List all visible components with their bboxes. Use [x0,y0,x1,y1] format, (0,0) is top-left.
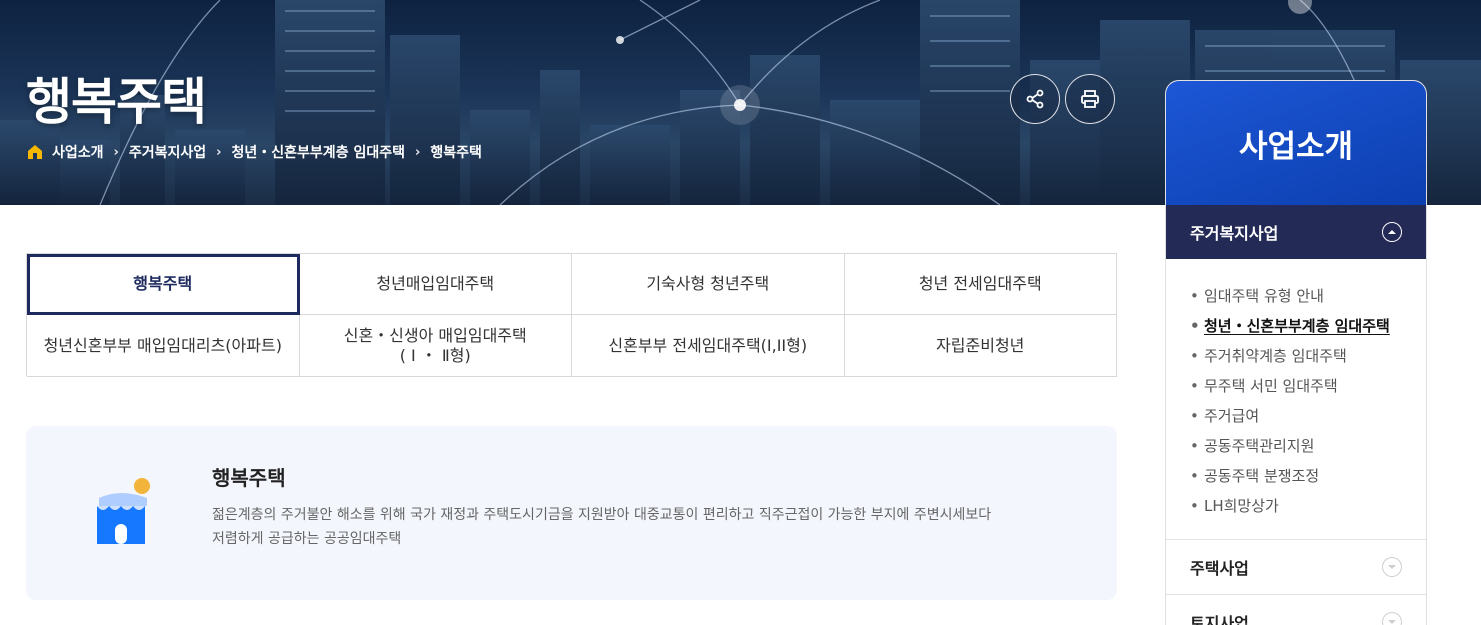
housing-type-tabs: 행복주택 청년매입임대주택 기숙사형 청년주택 청년 전세임대주택 청년신혼부부… [26,253,1117,377]
sidebar-item-apartment-management[interactable]: • 공동주택관리지원 [1190,431,1426,461]
breadcrumb: 사업소개 › 주거복지사업 › 청년・신혼부부계층 임대주택 › 행복주택 [26,142,482,162]
tab-youth-purchase-rental[interactable]: 청년매입임대주택 [299,254,572,315]
tab-newlywed-newborn-purchase[interactable]: 신혼・신생아 매입임대주택 ( Ⅰ ・ Ⅱ형) [299,315,572,377]
sidebar-section-label: 토지사업 [1190,614,1249,625]
sidebar-item-vulnerable[interactable]: • 주거취약계층 임대주택 [1190,341,1426,371]
breadcrumb-item-1[interactable]: 사업소개 [52,142,104,162]
sidebar-header: 사업소개 [1166,81,1426,205]
chevron-down-icon[interactable] [1382,557,1402,577]
breadcrumb-item-2[interactable]: 주거복지사업 [129,142,206,162]
sidebar-section-label: 주거복지사업 [1190,224,1279,243]
print-button[interactable] [1065,74,1115,124]
house-icon [97,478,150,544]
sidebar-item-dispute-mediation[interactable]: • 공동주택 분쟁조정 [1190,461,1426,491]
sidebar-item-rental-types[interactable]: • 임대주택 유형 안내 [1190,281,1426,311]
info-description-line2: 저렴하게 공급하는 공공임대주택 [212,531,402,547]
tab-newlywed-jeonse-rental[interactable]: 신혼부부 전세임대주택(I,II형) [572,315,845,377]
sidebar-item-housing-benefit[interactable]: • 주거급여 [1190,401,1426,431]
sidebar-sub-list: • 임대주택 유형 안내 • 청년・신혼부부계층 임대주택 • 주거취약계층 임대주택… [1166,259,1426,540]
sidebar-item-lh-hope-store[interactable]: • LH희망상가 [1190,491,1426,521]
chevron-right-icon: › [113,144,119,160]
tab-happy-housing[interactable]: 행복주택 [27,254,300,315]
page-title: 행복주택 [26,73,207,131]
tab-youth-jeonse-rental[interactable]: 청년 전세임대주택 [844,254,1117,315]
sidebar-section-housing-business[interactable]: 주택사업 [1166,540,1426,595]
tab-dormitory-youth-housing[interactable]: 기숙사형 청년주택 [572,254,845,315]
tab-label-line2: ( Ⅰ ・ Ⅱ형) [399,345,471,365]
share-button[interactable] [1010,74,1060,124]
sidebar-nav: 사업소개 주거복지사업 • 임대주택 유형 안내 • 청년・신혼부부계층 임대주택 … [1165,80,1427,625]
chevron-down-icon[interactable] [1382,612,1402,625]
share-icon [1026,89,1044,109]
sidebar-section-label: 주택사업 [1190,559,1249,578]
sidebar-section-land-business[interactable]: 토지사업 [1166,595,1426,625]
breadcrumb-item-3[interactable]: 청년・신혼부부계층 임대주택 [232,142,405,162]
sidebar-section-housing-welfare[interactable]: 주거복지사업 [1166,205,1426,259]
info-title: 행복주택 [212,466,286,490]
info-box: 행복주택 젊은계층의 주거불안 해소를 위해 국가 재정과 주택도시기금을 지원… [26,426,1117,600]
sidebar-item-homeless[interactable]: • 무주택 서민 임대주택 [1190,371,1426,401]
chevron-up-icon[interactable] [1382,222,1402,242]
tab-label-line1: 신혼・신생아 매입임대주택 [343,326,527,346]
sidebar-item-youth-newlywed[interactable]: • 청년・신혼부부계층 임대주택 [1190,311,1426,341]
print-icon [1081,90,1099,108]
home-icon[interactable] [26,143,44,161]
info-description: 젊은계층의 주거불안 해소를 위해 국가 재정과 주택도시기금을 지원받아 대중… [212,503,1072,551]
tab-youth-newlywed-reits[interactable]: 청년신혼부부 매입임대리츠(아파트) [27,315,300,377]
breadcrumb-item-4[interactable]: 행복주택 [430,142,482,162]
chevron-right-icon: › [216,144,222,160]
info-description-line1: 젊은계층의 주거불안 해소를 위해 국가 재정과 주택도시기금을 지원받아 대중… [212,507,992,523]
tab-independence-youth[interactable]: 자립준비청년 [844,315,1117,377]
chevron-right-icon: › [414,144,421,160]
